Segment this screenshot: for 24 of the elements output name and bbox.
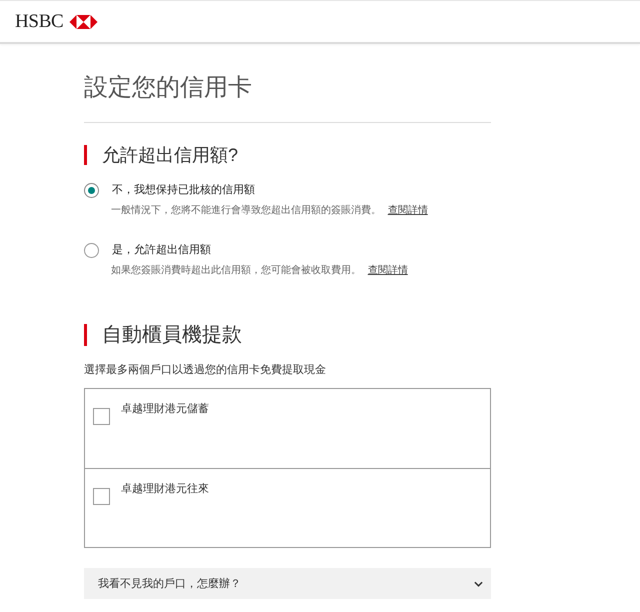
account-option[interactable]: 卓越理財港元儲蓄 — [85, 389, 490, 468]
section-heading: 允許超出信用額? — [102, 145, 238, 165]
option-description: 一般情況下，您將不能進行會導致您超出信用額的簽賬消費。 查閱詳情 — [111, 204, 429, 218]
option-label[interactable]: 不，我想保持已批核的信用額 — [112, 182, 255, 198]
heading-accent-bar — [84, 145, 87, 165]
account-option[interactable]: 卓越理財港元往來 — [85, 468, 490, 547]
radio-button[interactable] — [84, 242, 99, 258]
option-description: 如果您簽賬消費時超出此信用額，您可能會被收取費用。 查閱詳情 — [111, 264, 409, 278]
logo-text[interactable]: HSBC — [15, 12, 64, 32]
option-label[interactable]: 是，允許超出信用額 — [112, 242, 211, 258]
radio-button[interactable] — [84, 182, 99, 198]
heading-accent-bar — [84, 324, 87, 346]
account-label: 卓越理財港元儲蓄 — [121, 402, 209, 416]
faq-accordion[interactable]: 我看不見我的戶口，怎麼辦？ — [84, 568, 491, 599]
details-link[interactable]: 查閱詳情 — [388, 205, 428, 216]
chevron-icon — [474, 580, 483, 586]
hexagon-logo-icon[interactable] — [69, 14, 98, 28]
page-title: 設定您的信用卡 — [84, 74, 253, 102]
checkbox[interactable] — [93, 488, 110, 505]
checkbox[interactable] — [93, 408, 110, 425]
account-label: 卓越理財港元往來 — [121, 482, 209, 496]
details-link[interactable]: 查閱詳情 — [368, 265, 408, 276]
section-heading: 自動櫃員機提款 — [102, 324, 242, 346]
instruction-text: 選擇最多兩個戶口以透過您的信用卡免費提取現金 — [84, 363, 327, 377]
